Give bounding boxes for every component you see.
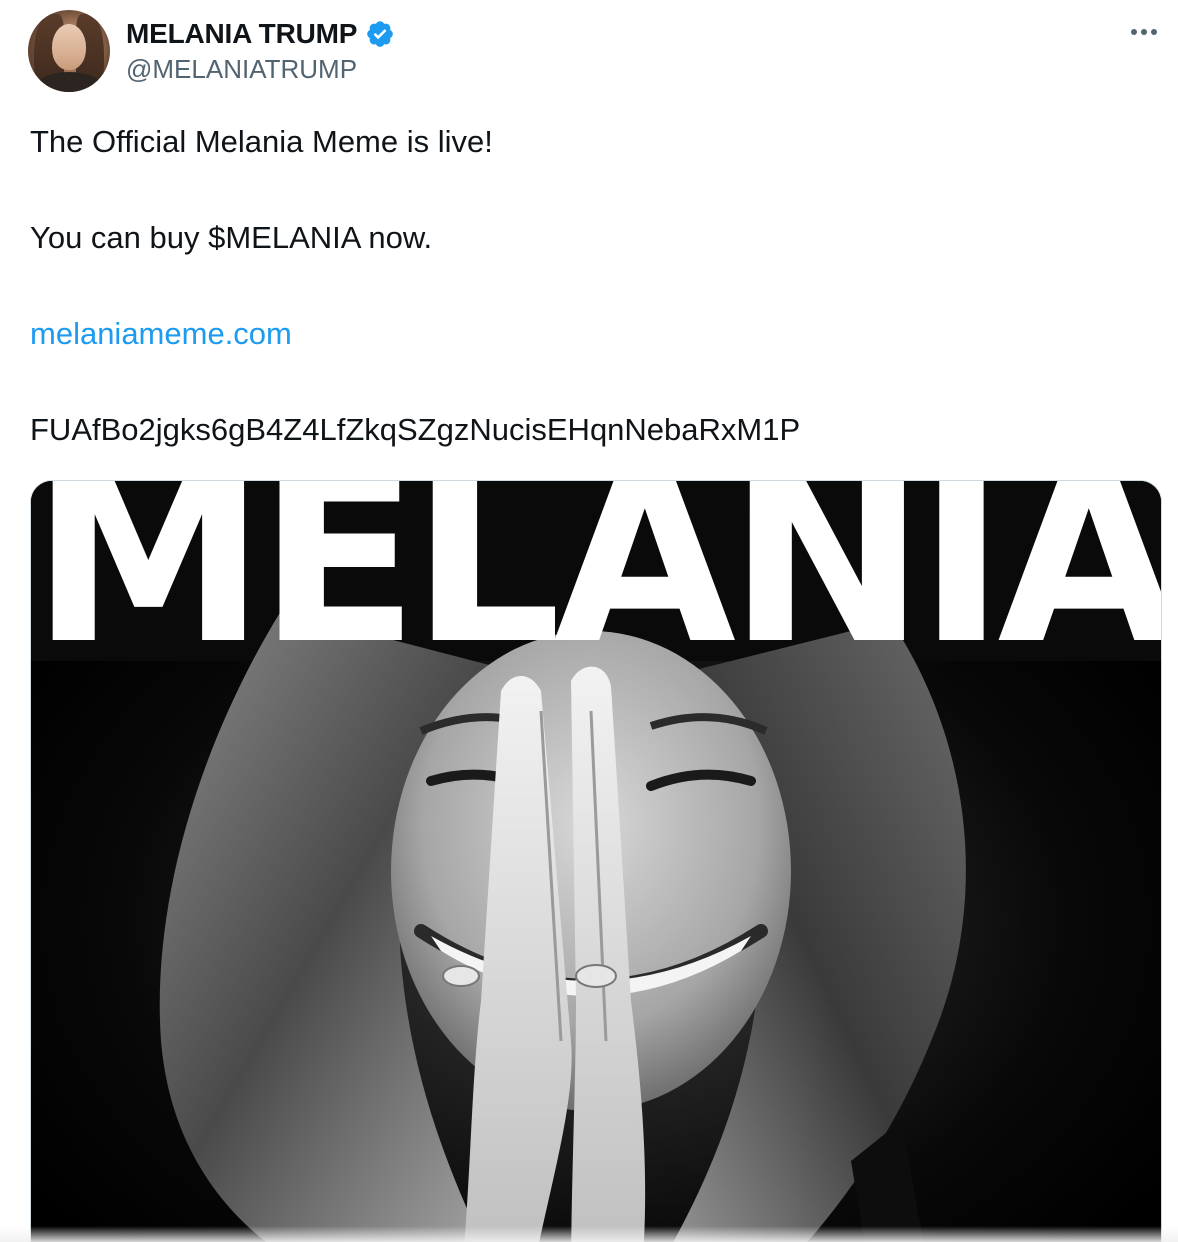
more-horizontal-icon	[1131, 29, 1157, 35]
author-display-name[interactable]: MELANIA TRUMP	[126, 18, 357, 50]
tweet-link[interactable]: melaniameme.com	[30, 316, 292, 352]
tweet-text-line: FUAfBo2jgks6gB4Z4LfZkqSZgzNucisEHqnNebaR…	[30, 412, 801, 447]
media-title-text: MELANIA	[31, 480, 1162, 696]
author-handle[interactable]: @MELANIATRUMP	[126, 54, 357, 85]
more-options-button[interactable]	[1124, 14, 1164, 50]
tweet-media-image[interactable]: MELANIA	[30, 480, 1162, 1242]
avatar[interactable]	[28, 10, 110, 92]
tweet-text-line: The Official Melania Meme is live!	[30, 124, 493, 159]
tweet-card: MELANIA TRUMP @MELANIATRUMP The Official…	[0, 0, 1178, 1242]
avatar-face	[52, 24, 86, 70]
tweet-text-line: You can buy $MELANIA now.	[30, 220, 433, 255]
author-name-row: MELANIA TRUMP	[126, 14, 395, 54]
verified-badge-icon	[365, 19, 395, 49]
